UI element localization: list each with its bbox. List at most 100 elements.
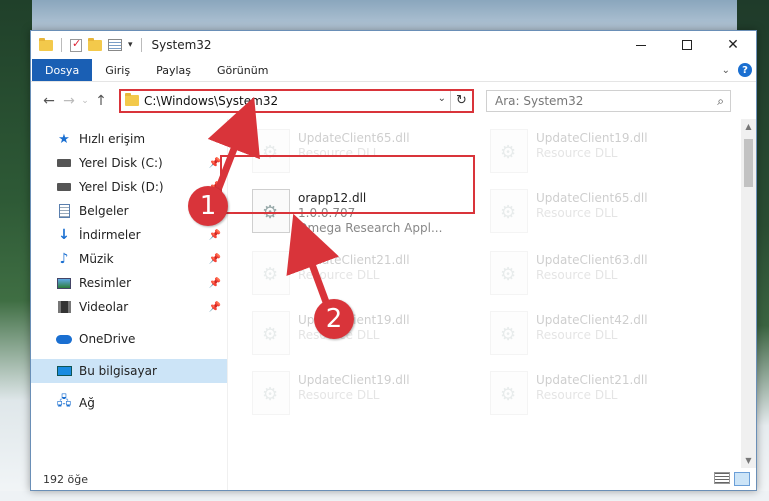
file-item[interactable]: UpdateClient65.dllResource DLL xyxy=(490,189,710,235)
file-item[interactable]: UpdateClient42.dllResource DLL xyxy=(490,311,710,357)
cloud-icon xyxy=(55,334,73,344)
view-toggle xyxy=(714,472,756,486)
nav-item-label: Resimler xyxy=(79,276,132,290)
address-bar[interactable]: C:\Windows\System32 ⌄ ↻ xyxy=(119,88,474,113)
file-name: UpdateClient42.dll xyxy=(536,313,648,327)
nav-item-network[interactable]: 🖧 Ağ xyxy=(31,391,227,415)
up-arrow-icon[interactable]: ↑ xyxy=(91,93,111,109)
dll-file-icon xyxy=(252,251,290,295)
file-item[interactable]: UpdateClient19.dllResource DLL xyxy=(252,371,472,417)
file-item[interactable]: UpdateClient21.dllResource DLL xyxy=(252,251,472,297)
properties-check-icon[interactable] xyxy=(70,37,82,52)
file-type: Resource DLL xyxy=(536,328,618,342)
dll-file-icon xyxy=(490,371,528,415)
dll-file-icon xyxy=(252,371,290,415)
new-folder-icon[interactable] xyxy=(88,37,102,51)
file-item[interactable]: UpdateClient21.dllResource DLL xyxy=(490,371,710,417)
file-type: Resource DLL xyxy=(298,268,380,282)
pin-icon[interactable]: 📌 xyxy=(209,230,221,241)
title-bar: ▾ System32 ✕ xyxy=(31,31,756,59)
folder-icon xyxy=(39,37,53,51)
file-highlight-box xyxy=(220,155,475,214)
disk-icon xyxy=(55,183,73,191)
file-name: UpdateClient21.dll xyxy=(298,253,410,267)
recent-locations-chevron-icon[interactable]: ⌄ xyxy=(79,96,91,106)
window-controls: ✕ xyxy=(618,31,756,59)
nav-item-label: Bu bilgisayar xyxy=(79,364,157,378)
videos-icon xyxy=(55,301,73,313)
pin-icon[interactable]: 📌 xyxy=(209,278,221,289)
nav-item-label: Hızlı erişim xyxy=(79,132,146,146)
minimize-button[interactable] xyxy=(618,31,664,59)
details-view-icon[interactable] xyxy=(714,472,730,484)
close-button[interactable]: ✕ xyxy=(710,31,756,59)
file-company: Omega Research Appl... xyxy=(298,221,443,235)
address-dropdown-chevron-icon[interactable]: ⌄ xyxy=(438,93,446,104)
tab-paylas[interactable]: Paylaş xyxy=(143,59,204,81)
status-bar: 192 öğe xyxy=(31,468,756,490)
forward-arrow-icon[interactable]: → xyxy=(59,93,79,109)
nav-item-quick-access[interactable]: ★ Hızlı erişim xyxy=(31,127,227,151)
file-item[interactable]: UpdateClient19.dllResource DLL xyxy=(252,311,472,357)
customize-toolbar-arrow-icon[interactable]: ▾ xyxy=(128,40,133,50)
nav-item-local-disk-c[interactable]: Yerel Disk (C:) 📌 xyxy=(31,151,227,175)
file-name: UpdateClient21.dll xyxy=(536,373,648,387)
star-icon: ★ xyxy=(58,131,70,147)
document-icon xyxy=(55,204,73,218)
search-box[interactable]: Ara: System32 ⌕ xyxy=(486,89,731,112)
address-row: ← → ⌄ ↑ C:\Windows\System32 ⌄ ↻ Ara: Sys… xyxy=(31,81,756,119)
file-name: UpdateClient19.dll xyxy=(298,373,410,387)
navigation-pane: ★ Hızlı erişim Yerel Disk (C:) 📌 Yerel D… xyxy=(31,119,227,490)
background-sky xyxy=(0,0,769,32)
properties-icon[interactable] xyxy=(108,39,122,51)
pictures-icon xyxy=(55,277,73,289)
scroll-up-icon[interactable]: ▲ xyxy=(741,119,756,134)
quick-access-toolbar: ▾ xyxy=(39,37,144,52)
help-icon[interactable]: ? xyxy=(738,63,752,77)
nav-item-this-pc[interactable]: Bu bilgisayar xyxy=(31,359,227,383)
search-icon[interactable]: ⌕ xyxy=(717,94,724,109)
vertical-scrollbar[interactable]: ▲ ▼ xyxy=(741,119,756,468)
back-arrow-icon[interactable]: ← xyxy=(39,93,59,109)
nav-item-videos[interactable]: Videolar 📌 xyxy=(31,295,227,319)
refresh-icon[interactable]: ↻ xyxy=(450,90,472,111)
background-snow xyxy=(0,491,769,501)
minimize-icon xyxy=(636,44,646,46)
address-path[interactable]: C:\Windows\System32 xyxy=(144,94,278,108)
tiles-view-icon[interactable] xyxy=(734,472,750,486)
dll-file-icon xyxy=(490,189,528,233)
scrollbar-thumb[interactable] xyxy=(744,139,753,187)
network-icon: 🖧 xyxy=(56,394,72,409)
pin-icon[interactable]: 📌 xyxy=(209,302,221,313)
maximize-button[interactable] xyxy=(664,31,710,59)
ribbon-tabs: Dosya Giriş Paylaş Görünüm ⌄ ? xyxy=(31,59,756,81)
disk-icon xyxy=(55,159,73,167)
scroll-down-icon[interactable]: ▼ xyxy=(741,453,756,468)
computer-icon xyxy=(55,366,73,376)
file-item[interactable]: UpdateClient63.dllResource DLL xyxy=(490,251,710,297)
tab-giris[interactable]: Giriş xyxy=(92,59,143,81)
ribbon-right-controls: ⌄ ? xyxy=(722,59,756,81)
window-title: System32 xyxy=(151,38,212,52)
file-name: UpdateClient65.dll xyxy=(536,191,648,205)
step-1-badge: 1 xyxy=(188,186,228,226)
tab-dosya[interactable]: Dosya xyxy=(32,59,93,81)
nav-item-music[interactable]: ♪ Müzik 📌 xyxy=(31,247,227,271)
nav-item-label: Videolar xyxy=(79,300,129,314)
nav-item-label: İndirmeler xyxy=(79,228,141,242)
search-placeholder[interactable]: Ara: System32 xyxy=(495,94,583,108)
nav-item-onedrive[interactable]: OneDrive xyxy=(31,327,227,351)
file-item[interactable]: UpdateClient19.dllResource DLL xyxy=(490,129,710,175)
file-explorer-window: ▾ System32 ✕ Dosya Giriş Paylaş Görünüm … xyxy=(30,30,757,491)
tab-gorunum[interactable]: Görünüm xyxy=(204,59,281,81)
nav-item-downloads[interactable]: ↓ İndirmeler 📌 xyxy=(31,223,227,247)
file-type: Resource DLL xyxy=(536,206,618,220)
nav-item-pictures[interactable]: Resimler 📌 xyxy=(31,271,227,295)
close-icon: ✕ xyxy=(727,37,739,53)
pin-icon[interactable]: 📌 xyxy=(209,254,221,265)
expand-ribbon-chevron-icon[interactable]: ⌄ xyxy=(722,65,730,76)
download-icon: ↓ xyxy=(58,227,70,243)
item-count: 192 öğe xyxy=(43,472,88,486)
